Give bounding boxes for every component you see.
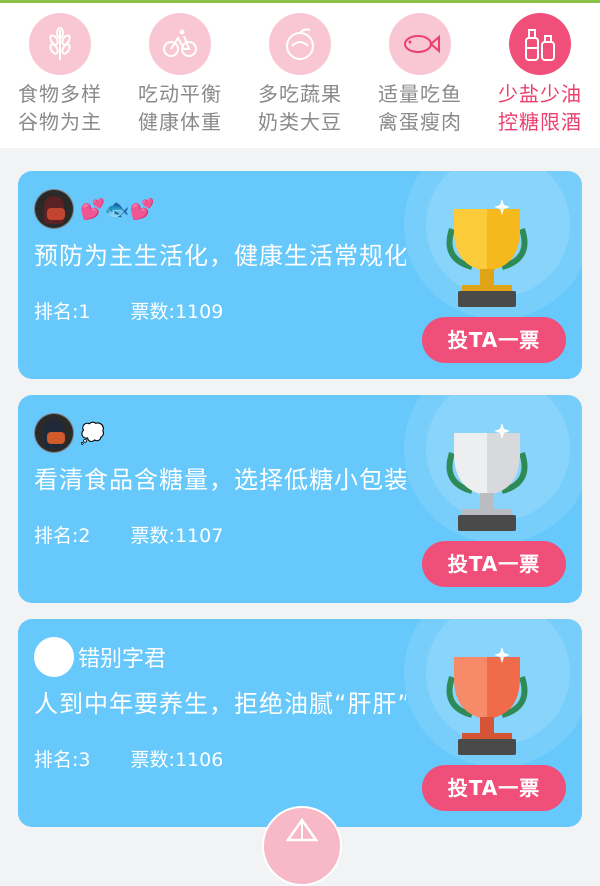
avatar[interactable] [34,189,74,229]
user-row: 💕🐟💕 [34,189,155,229]
rank-label: 排名:3 [34,749,91,771]
tab-label-line2: 健康体重 [138,110,222,134]
vote-button[interactable]: 投TA一票 [422,541,566,587]
rank-label: 排名:1 [34,301,91,323]
user-row: 💭 [34,413,105,453]
username: 💭 [78,423,105,443]
tab-label-line1: 吃动平衡 [138,82,222,106]
submit-entry-button[interactable] [262,806,342,886]
bicycle-icon [149,13,211,75]
tab-label-line2: 控糖限酒 [498,110,582,134]
tab-label-line1: 适量吃鱼 [378,82,462,106]
tab-food-variety[interactable]: 食物多样 谷物为主 [0,13,120,136]
vote-button[interactable]: 投TA一票 [422,765,566,811]
entry-card[interactable]: 错别字君 人到中年要养生，拒绝油腻“肝肝” 排名:3 票数:1106 投TA一票 [18,619,582,827]
entry-stats: 排名:3 票数:1106 [34,745,257,772]
silver-trophy-icon [446,423,528,531]
entry-stats: 排名:1 票数:1109 [34,297,257,324]
avatar[interactable] [34,413,74,453]
paper-plane-icon [286,818,318,842]
category-tabs: 食物多样 谷物为主 吃动平衡 健康体重 多吃蔬果 奶类大豆 适量吃鱼 禽蛋瘦肉 … [0,3,600,148]
username-emojis: 💭 [80,421,105,445]
votes-label: 票数:1107 [130,525,224,547]
username-emojis: 💕🐟💕 [80,197,155,221]
votes-label: 票数:1109 [130,301,224,323]
username: 错别字君 [78,647,167,672]
bronze-trophy-icon [446,647,528,755]
avatar[interactable] [34,637,74,677]
tab-fish-eggs-meat[interactable]: 适量吃鱼 禽蛋瘦肉 [360,13,480,136]
tab-exercise-balance[interactable]: 吃动平衡 健康体重 [120,13,240,136]
wheat-icon [29,13,91,75]
slogan-text: 人到中年要养生，拒绝油腻“肝肝” [34,690,406,718]
tab-label-line2: 禽蛋瘦肉 [378,110,462,134]
votes-label: 票数:1106 [130,749,224,771]
tab-less-salt-oil[interactable]: 少盐少油 控糖限酒 [480,13,600,136]
username: 💕🐟💕 [78,199,155,219]
bottles-icon [509,13,571,75]
tab-fruits-vegetables[interactable]: 多吃蔬果 奶类大豆 [240,13,360,136]
tab-label-line2: 谷物为主 [18,110,102,134]
entry-stats: 排名:2 票数:1107 [34,521,257,548]
fish-icon [389,13,451,75]
slogan-text: 看清食品含糖量，选择低糖小包装 [34,466,406,494]
rank-label: 排名:2 [34,525,91,547]
entry-card[interactable]: 💕🐟💕 预防为主生活化，健康生活常规化 排名:1 票数:1109 投TA一票 [18,171,582,379]
tab-label-line1: 食物多样 [18,82,102,106]
vote-button[interactable]: 投TA一票 [422,317,566,363]
user-row: 错别字君 [34,637,168,677]
gold-trophy-icon [446,199,528,307]
slogan-text: 预防为主生活化，健康生活常规化 [34,242,406,270]
tab-label-line2: 奶类大豆 [258,110,342,134]
tab-label-line1: 少盐少油 [498,82,582,106]
tab-label-line1: 多吃蔬果 [258,82,342,106]
fruit-icon [269,13,331,75]
entry-card[interactable]: 💭 看清食品含糖量，选择低糖小包装 排名:2 票数:1107 投TA一票 [18,395,582,603]
